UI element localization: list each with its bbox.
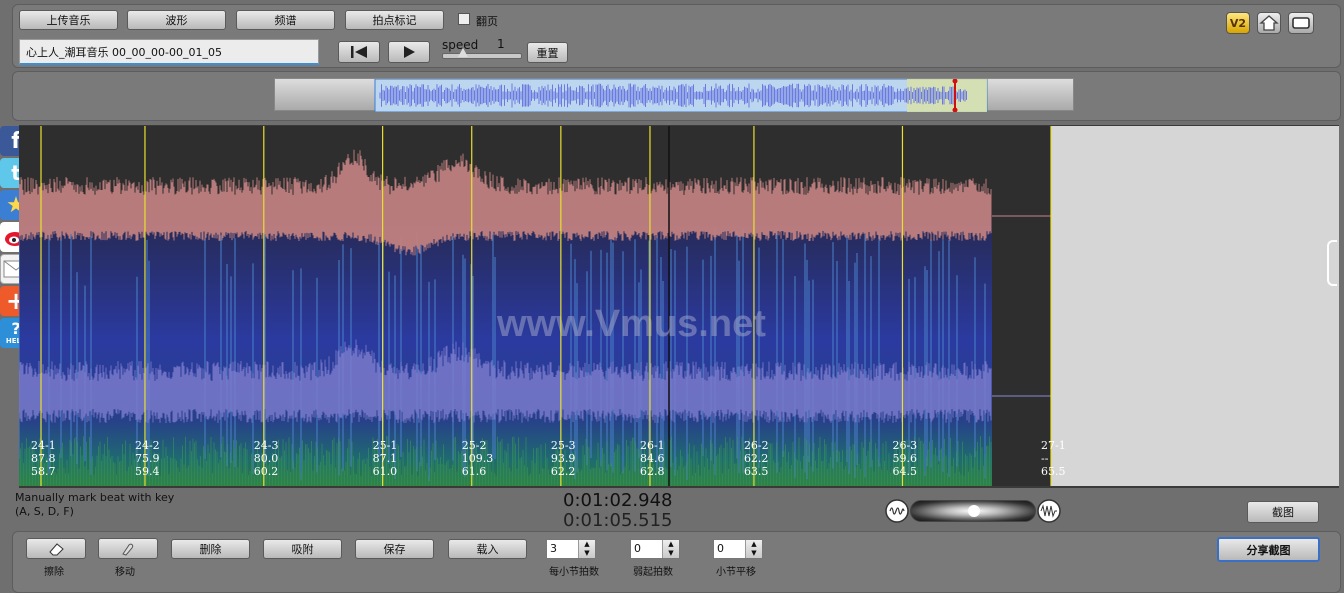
bar-shift-value: 0	[717, 542, 724, 555]
file-name-input[interactable]: 心上人_潮耳音乐 00_00_00-00_01_05	[19, 39, 319, 65]
volume-control[interactable]	[884, 498, 1062, 524]
stepper-up-icon[interactable]: ▲	[746, 540, 762, 549]
spectrum-band	[19, 221, 992, 486]
volume-max-icon	[1037, 499, 1061, 523]
move-label: 移动	[115, 567, 135, 578]
speed-value: 1	[497, 37, 505, 51]
load-button[interactable]: 载入	[448, 539, 527, 559]
home-icon[interactable]	[1257, 12, 1281, 34]
volume-slider-track[interactable]	[910, 500, 1036, 522]
save-button[interactable]: 保存	[355, 539, 434, 559]
stepper-up-icon[interactable]: ▲	[663, 540, 679, 549]
skip-to-start-button[interactable]	[338, 41, 380, 63]
watermark-text: www.Vmus.net	[496, 303, 766, 345]
stepper-down-icon[interactable]: ▼	[663, 549, 679, 558]
hint-text-line1: Manually mark beat with key	[15, 491, 175, 504]
volume-slider-thumb[interactable]	[968, 505, 980, 517]
move-button[interactable]	[98, 538, 158, 559]
screenshot-button[interactable]: 截图	[1247, 501, 1319, 523]
pickup-beats-value: 0	[634, 542, 641, 555]
snap-button[interactable]: 吸附	[263, 539, 342, 559]
stepper-down-icon[interactable]: ▼	[579, 549, 595, 558]
beats-per-bar-value: 3	[550, 542, 557, 555]
spectrogram-empty-area	[1051, 126, 1339, 486]
overview-waveform[interactable]	[275, 79, 1075, 112]
play-button[interactable]	[388, 41, 430, 63]
page-turn-label: 翻页	[476, 15, 498, 28]
play-icon	[404, 46, 415, 58]
file-name-text: 心上人_潮耳音乐 00_00_00-00_01_05	[26, 46, 222, 59]
version-badge-text: V2	[1229, 16, 1247, 30]
stepper-up-icon[interactable]: ▲	[579, 540, 595, 549]
pickup-beats-label: 弱起拍数	[633, 567, 673, 578]
delete-button[interactable]: 删除	[171, 539, 250, 559]
beats-per-bar-stepper[interactable]: 3 ▲ ▼	[546, 539, 596, 559]
erase-button[interactable]	[26, 538, 86, 559]
version-badge-icon[interactable]: V2	[1226, 12, 1250, 34]
beat-mark-button[interactable]: 拍点标记	[345, 10, 444, 30]
page-turn-checkbox[interactable]	[458, 13, 470, 25]
spectrum-button[interactable]: 频谱	[236, 10, 335, 30]
skip-to-start-icon	[351, 46, 367, 58]
bar-shift-stepper[interactable]: 0 ▲ ▼	[713, 539, 763, 559]
beats-per-bar-label: 每小节拍数	[549, 567, 599, 578]
stepper-down-icon[interactable]: ▼	[746, 549, 762, 558]
move-icon	[122, 543, 134, 556]
vertical-scroll-handle[interactable]	[1327, 240, 1337, 286]
bar-shift-label: 小节平移	[716, 567, 756, 578]
reset-button[interactable]: 重置	[527, 42, 568, 63]
overview-track[interactable]	[274, 78, 1075, 112]
erase-label: 擦除	[44, 567, 64, 578]
eraser-icon	[49, 542, 64, 555]
waveform-button[interactable]: 波形	[127, 10, 226, 30]
total-time: 0:01:05.515	[563, 510, 673, 531]
spectrogram-canvas[interactable]: www.Vmus.net	[19, 126, 1339, 486]
fullscreen-icon[interactable]	[1288, 12, 1314, 34]
share-screenshot-button[interactable]: 分享截图	[1217, 537, 1320, 562]
current-time: 0:01:02.948	[563, 490, 673, 511]
hint-text-line2: (A, S, D, F)	[15, 505, 74, 518]
pickup-beats-stepper[interactable]: 0 ▲ ▼	[630, 539, 680, 559]
upload-music-button[interactable]: 上传音乐	[19, 10, 118, 30]
speed-slider[interactable]	[442, 48, 522, 59]
speed-slider-thumb[interactable]	[457, 48, 468, 57]
volume-min-icon	[885, 499, 909, 523]
